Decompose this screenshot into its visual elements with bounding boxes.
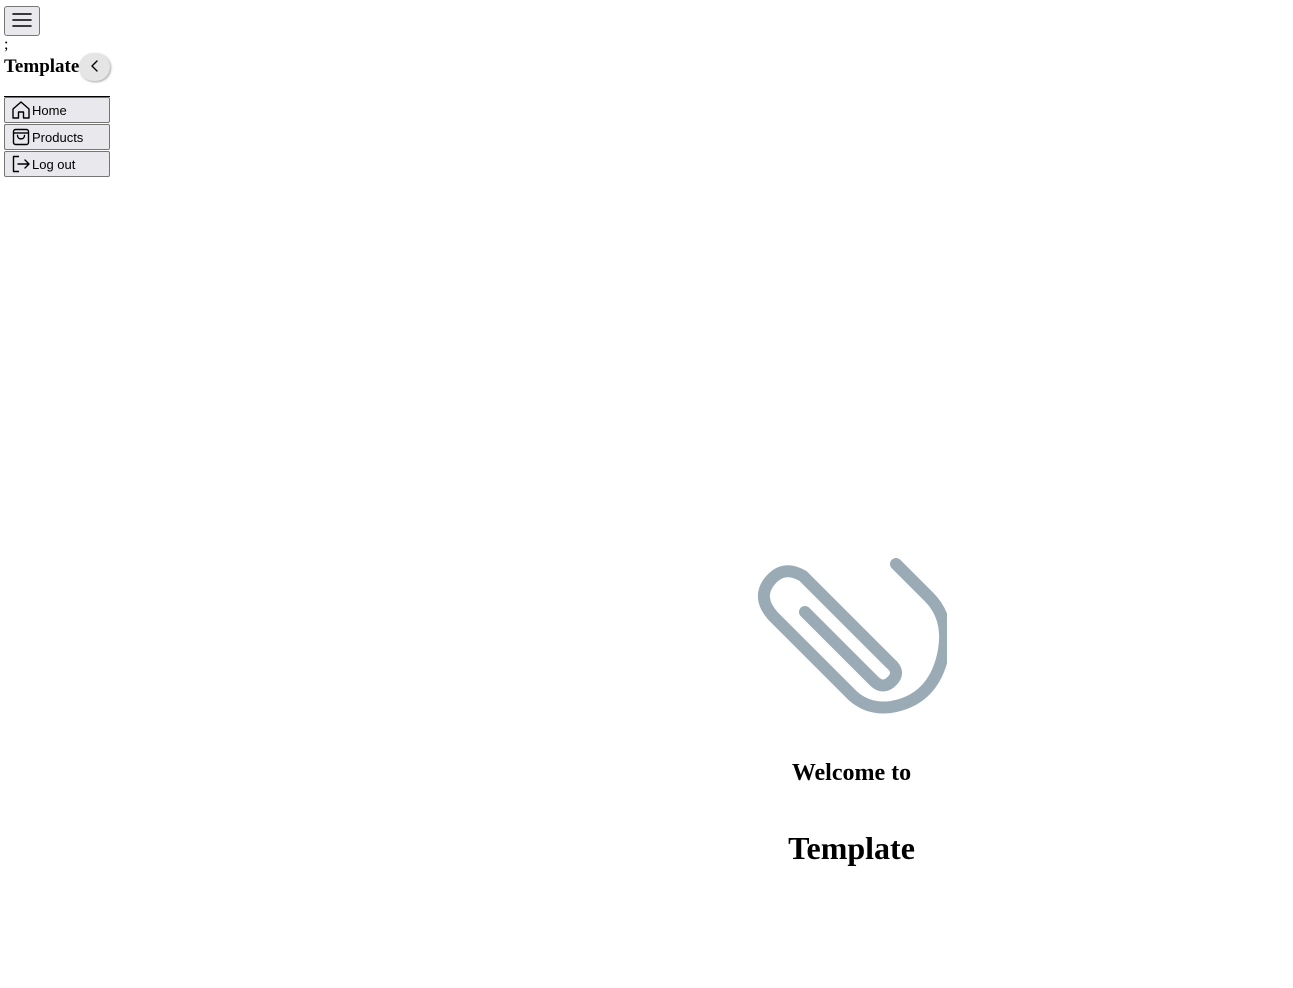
sidebar-header: Template <box>4 52 110 82</box>
chevron-left-icon <box>88 59 102 76</box>
welcome-heading: Welcome to <box>791 760 912 786</box>
paperclip-icon <box>700 550 1003 730</box>
sidebar-item-label: Home <box>32 102 67 118</box>
sidebar-nav: Home Products Log out <box>4 97 110 178</box>
menu-toggle-button[interactable] <box>4 6 40 36</box>
collapse-sidebar-button[interactable] <box>79 53 110 81</box>
sidebar-title: Template <box>4 56 80 77</box>
shopping-bag-icon <box>11 127 31 147</box>
logout-icon <box>11 154 31 174</box>
sidebar-item-label: Log out <box>32 156 76 172</box>
welcome-hero: Welcome to Template <box>700 550 1003 868</box>
sidebar-item-home[interactable]: Home <box>4 97 110 123</box>
hamburger-menu-icon <box>12 12 32 31</box>
brand-heading: Template <box>788 830 915 866</box>
sidebar-item-log-out[interactable]: Log out <box>4 151 110 177</box>
sidebar-item-products[interactable]: Products <box>4 124 110 150</box>
home-icon <box>11 100 31 120</box>
sidebar-item-label: Products <box>32 129 84 145</box>
